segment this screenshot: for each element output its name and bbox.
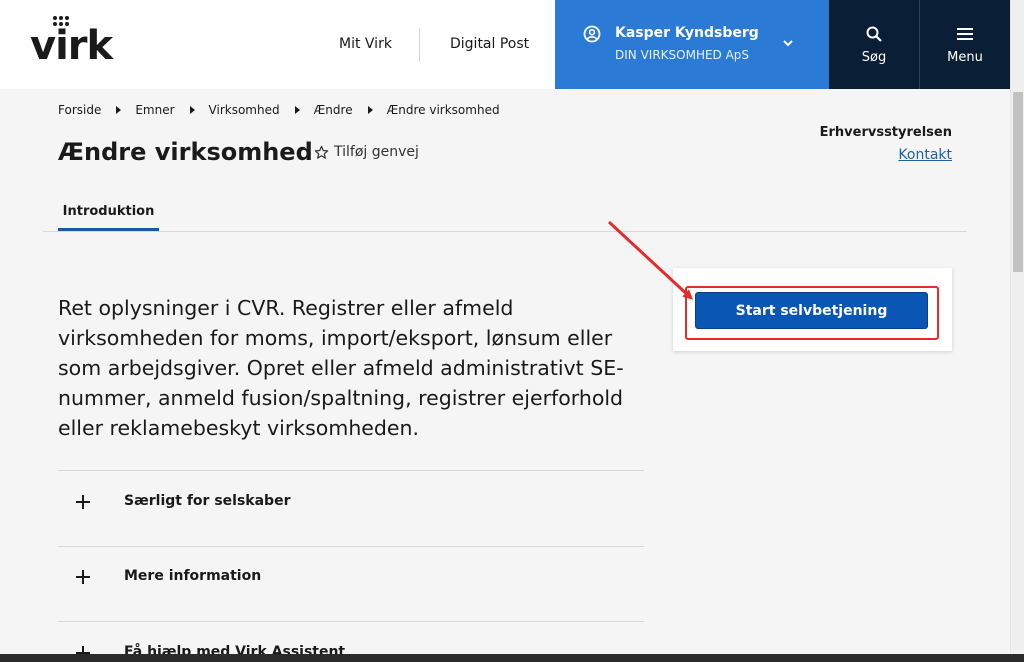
star-icon xyxy=(314,145,329,159)
user-name: Kasper Kyndsberg xyxy=(615,25,759,41)
search-label: Søg xyxy=(861,50,887,65)
menu-label: Menu xyxy=(947,50,983,65)
add-shortcut-label: Tilføj genvej xyxy=(334,144,419,160)
breadcrumb-arrow-icon xyxy=(189,106,195,114)
chevron-down-icon xyxy=(783,40,793,47)
tab-introduktion[interactable]: Introduktion xyxy=(58,196,159,232)
breadcrumb-item-forside[interactable]: Forside xyxy=(58,103,101,117)
page-title: Ændre virksomhed xyxy=(58,138,313,166)
breadcrumb-current: Ændre virksomhed xyxy=(386,103,500,117)
hamburger-icon xyxy=(957,28,973,40)
breadcrumb-item-virksomhed[interactable]: Virksomhed xyxy=(209,103,280,117)
nav-link-digital-post[interactable]: Digital Post xyxy=(450,36,529,52)
window-bottom-edge xyxy=(0,654,1024,662)
breadcrumb: Forside Emner Virksomhed Ændre Ændre vir… xyxy=(58,103,500,117)
scrollbar-thumb[interactable] xyxy=(1013,92,1023,272)
accordion-item-mere-information[interactable]: Mere information xyxy=(58,546,644,619)
search-button[interactable]: Søg xyxy=(829,0,919,89)
contact-link[interactable]: Kontakt xyxy=(898,147,952,163)
breadcrumb-item-aendre[interactable]: Ændre xyxy=(314,103,353,117)
tabs-divider xyxy=(43,231,967,232)
accordion-item-saerligt[interactable]: Særligt for selskaber xyxy=(58,471,644,544)
menu-button[interactable]: Menu xyxy=(920,0,1010,89)
intro-text: Ret oplysninger i CVR. Registrer eller a… xyxy=(58,296,624,440)
user-company: DIN VIRKSOMHED ApS xyxy=(615,48,750,62)
breadcrumb-item-emner[interactable]: Emner xyxy=(135,103,174,117)
nav-divider xyxy=(419,28,420,62)
user-circle-icon xyxy=(583,25,601,43)
accordion-label: Mere information xyxy=(124,568,262,584)
annotation-highlight-box xyxy=(685,286,939,340)
accordion-label: Særligt for selskaber xyxy=(124,493,291,509)
logo-text: virk xyxy=(30,23,113,69)
organization-name: Erhvervsstyrelsen xyxy=(819,125,952,140)
breadcrumb-arrow-icon xyxy=(116,106,122,114)
add-shortcut-button[interactable]: Tilføj genvej xyxy=(314,144,419,160)
user-menu-button[interactable]: Kasper Kyndsberg DIN VIRKSOMHED ApS xyxy=(555,0,829,89)
site-header: virk Mit Virk Digital Post Kasper Kyndsb… xyxy=(0,0,1010,89)
nav-link-mit-virk[interactable]: Mit Virk xyxy=(339,36,392,52)
plus-icon xyxy=(76,495,90,509)
search-icon xyxy=(866,26,882,42)
page-scrollbar[interactable] xyxy=(1010,0,1024,662)
breadcrumb-arrow-icon xyxy=(367,106,373,114)
plus-icon xyxy=(76,570,90,584)
breadcrumb-arrow-icon xyxy=(294,106,300,114)
